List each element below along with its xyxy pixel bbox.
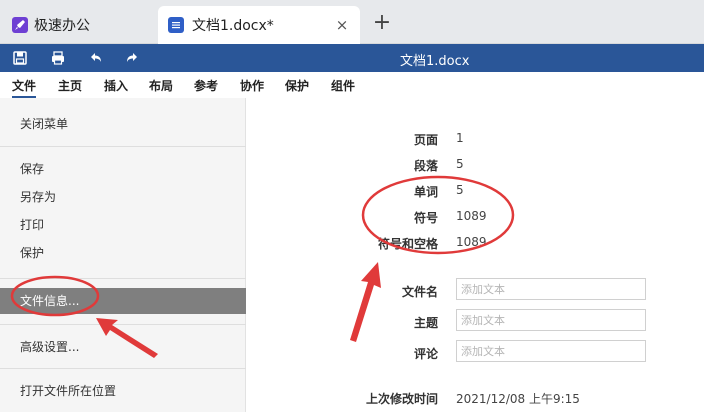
- stat-paragraphs-value: 5: [456, 157, 464, 171]
- sidebar-item-file-info[interactable]: 文件信息...: [0, 288, 246, 314]
- close-icon[interactable]: ×: [334, 17, 350, 33]
- menu-collaborate[interactable]: 协作: [240, 77, 264, 94]
- file-name-input[interactable]: [456, 278, 646, 300]
- new-tab-button[interactable]: +: [372, 12, 392, 34]
- menu-references[interactable]: 参考: [194, 77, 218, 94]
- sidebar-divider: [0, 368, 246, 369]
- stat-words-label: 单词: [413, 185, 438, 199]
- document-title: 文档1.docx: [400, 54, 470, 69]
- menu-plugins[interactable]: 组件: [331, 77, 355, 94]
- tab-home[interactable]: 极速办公: [0, 6, 150, 44]
- last-modified-label: 上次修改时间: [365, 392, 438, 406]
- save-icon[interactable]: [12, 50, 28, 66]
- annotation-arrow-stats: [350, 262, 381, 342]
- quick-access-toolbar: 文档1.docx: [0, 44, 704, 72]
- stat-words-value: 5: [456, 183, 464, 197]
- menu-file[interactable]: 文件: [12, 77, 37, 98]
- stat-symbols-spaces-value: 1089: [456, 235, 487, 249]
- ribbon-menu: 文件 主页 插入 布局 参考 协作 保护 组件: [0, 72, 704, 98]
- tab-document-label: 文档1.docx*: [192, 18, 274, 34]
- stat-symbols-spaces-label: 符号和空格: [377, 237, 438, 251]
- document-icon: [168, 17, 184, 33]
- comment-input[interactable]: [456, 340, 646, 362]
- tab-bar: 极速办公 文档1.docx* × +: [0, 0, 704, 44]
- sidebar-item-save-as[interactable]: 另存为: [0, 184, 246, 210]
- menu-home[interactable]: 主页: [58, 77, 82, 94]
- sidebar-divider: [0, 278, 246, 279]
- stat-symbols-value: 1089: [456, 209, 487, 223]
- sidebar-item-advanced-settings[interactable]: 高级设置...: [0, 334, 246, 360]
- file-name-label: 文件名: [401, 285, 438, 299]
- rocket-icon: [12, 17, 28, 33]
- comment-label: 评论: [413, 347, 438, 361]
- sidebar-item-protect[interactable]: 保护: [0, 240, 246, 266]
- sidebar-item-print[interactable]: 打印: [0, 212, 246, 238]
- sidebar-divider: [0, 146, 246, 147]
- sidebar-item-open-file-location[interactable]: 打开文件所在位置: [0, 378, 246, 404]
- menu-layout[interactable]: 布局: [149, 77, 173, 94]
- last-modified-value: 2021/12/08 上午9:15: [456, 392, 580, 406]
- stat-symbols-label: 符号: [413, 211, 438, 225]
- sidebar-item-close-menu[interactable]: 关闭菜单: [0, 111, 246, 137]
- file-sidebar: 关闭菜单 保存 另存为 打印 保护 文件信息... 高级设置... 打开文件所在…: [0, 98, 246, 412]
- tab-home-label: 极速办公: [34, 18, 90, 34]
- sidebar-divider: [0, 324, 246, 325]
- sidebar-item-save[interactable]: 保存: [0, 156, 246, 182]
- menu-insert[interactable]: 插入: [104, 77, 128, 94]
- redo-icon[interactable]: [124, 50, 140, 66]
- stat-pages-label: 页面: [413, 133, 438, 147]
- print-icon[interactable]: [50, 50, 66, 66]
- stat-paragraphs-label: 段落: [413, 159, 438, 173]
- subject-label: 主题: [413, 316, 438, 330]
- menu-protect[interactable]: 保护: [285, 77, 309, 94]
- tab-document[interactable]: 文档1.docx* ×: [158, 6, 360, 44]
- undo-icon[interactable]: [88, 50, 104, 66]
- stat-pages-value: 1: [456, 131, 464, 145]
- subject-input[interactable]: [456, 309, 646, 331]
